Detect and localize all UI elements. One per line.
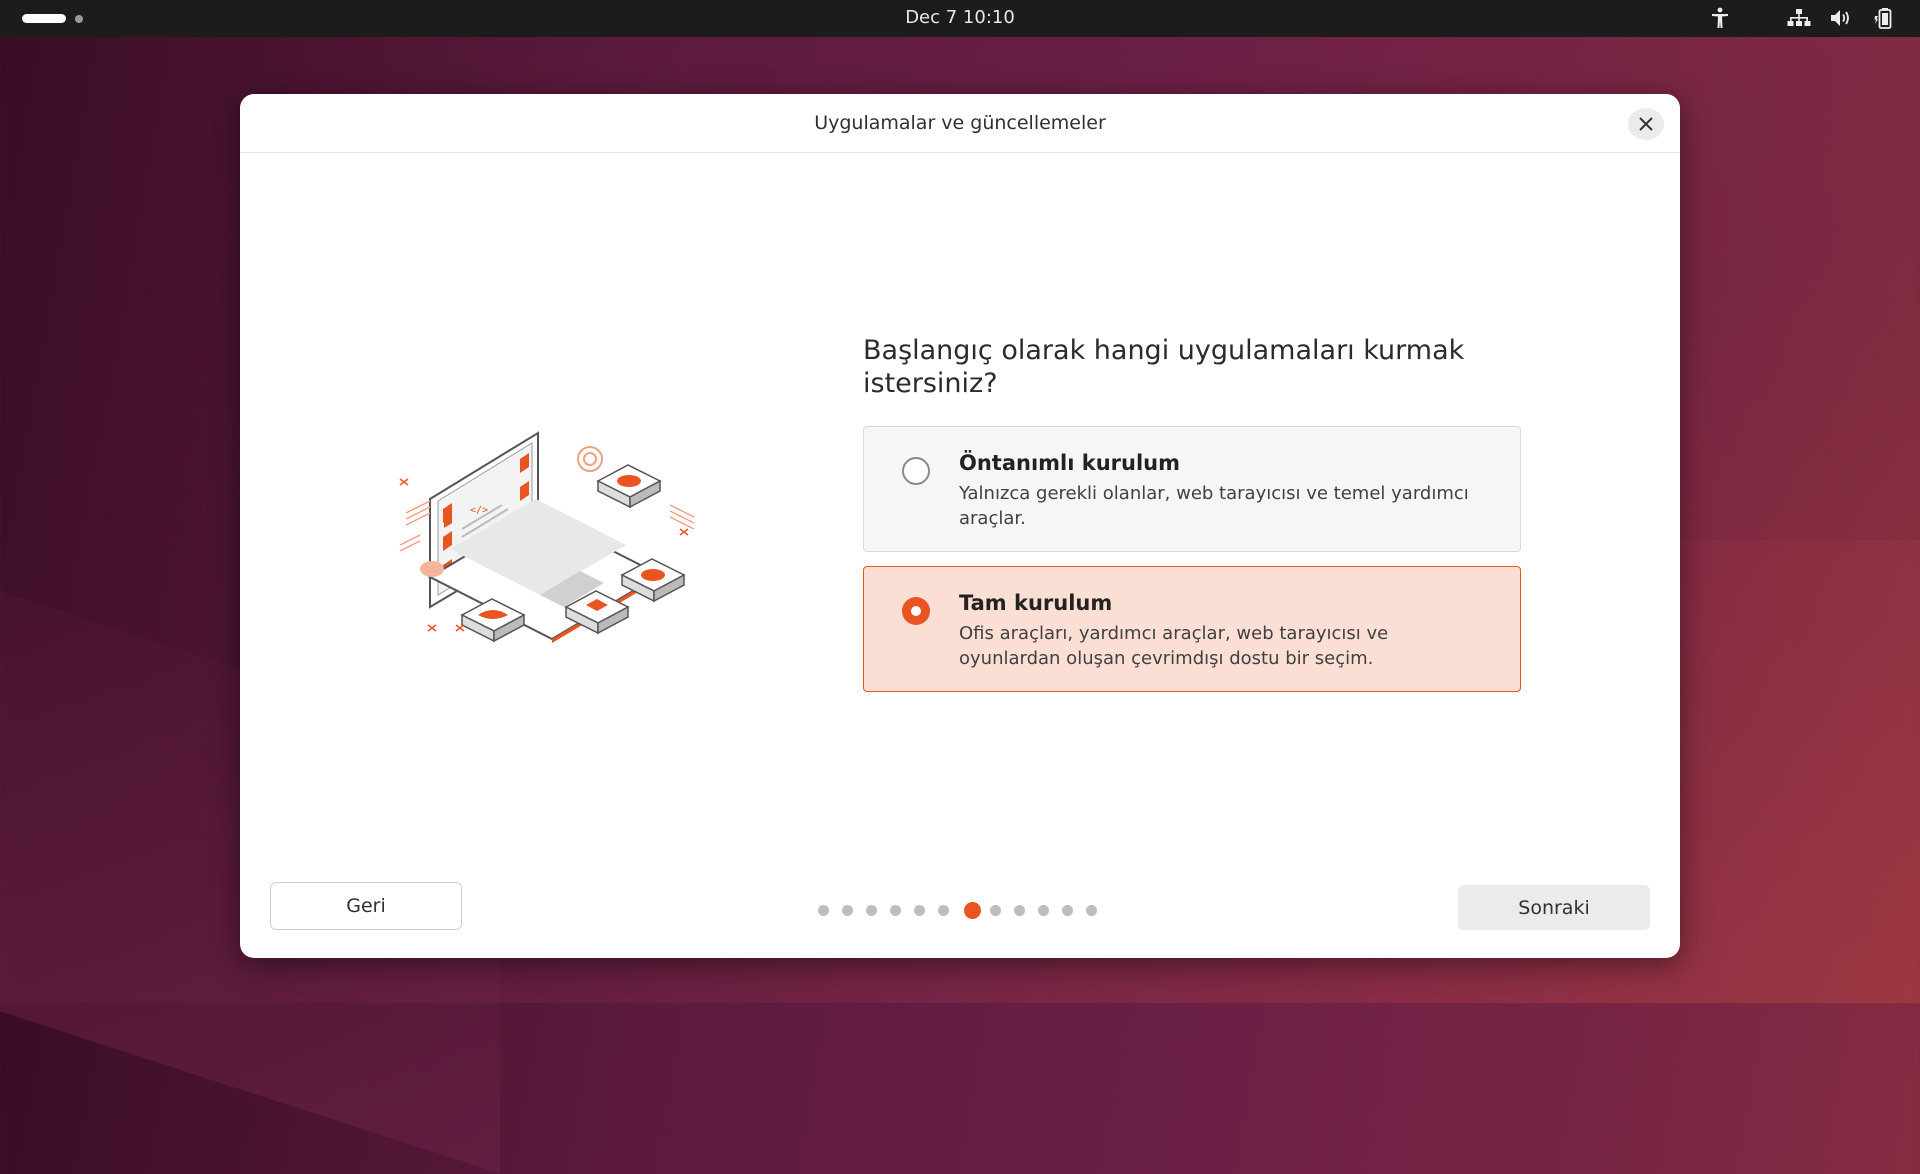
svg-text:</>: </> (470, 505, 488, 516)
next-button[interactable]: Sonraki (1458, 885, 1650, 930)
close-icon (1639, 117, 1653, 131)
top-bar: Dec 7 10:10 (0, 0, 1920, 37)
progress-dot (1014, 905, 1025, 916)
installer-dialog: Uygulamalar ve güncellemeler </> Başlang… (240, 94, 1680, 958)
volume-icon[interactable] (1828, 6, 1854, 30)
progress-dot (1086, 905, 1097, 916)
option-description: Yalnızca gerekli olanlar, web tarayıcısı… (959, 483, 1469, 529)
battery-icon[interactable] (1872, 6, 1898, 30)
clock[interactable]: Dec 7 10:10 (0, 7, 1920, 28)
progress-dot (890, 905, 901, 916)
option-full-install[interactable]: Tam kurulum Ofis araçları, yardımcı araç… (863, 566, 1521, 692)
progress-dot (842, 905, 853, 916)
dialog-header: Uygulamalar ve güncellemeler (240, 94, 1680, 153)
network-icon[interactable] (1786, 6, 1812, 30)
accessibility-icon[interactable] (1708, 6, 1732, 30)
radio-full-install[interactable] (902, 597, 930, 625)
laptop-apps-illustration: </> (399, 431, 695, 643)
progress-dot (866, 905, 877, 916)
progress-dot-active (964, 902, 981, 919)
dialog-title: Uygulamalar ve güncellemeler (814, 112, 1106, 134)
radio-default-install[interactable] (902, 457, 930, 485)
progress-dot (1062, 905, 1073, 916)
option-title: Öntanımlı kurulum (959, 451, 1181, 475)
progress-dot (818, 905, 829, 916)
question-heading: Başlangıç olarak hangi uygulamaları kurm… (863, 335, 1465, 399)
close-button[interactable] (1628, 108, 1664, 140)
option-description: Ofis araçları, yardımcı araçlar, web tar… (959, 623, 1389, 669)
progress-dot (990, 905, 1001, 916)
option-default-install[interactable]: Öntanımlı kurulum Yalnızca gerekli olanl… (863, 426, 1521, 552)
progress-dot (938, 905, 949, 916)
option-title: Tam kurulum (959, 591, 1113, 615)
progress-dot (1038, 905, 1049, 916)
progress-dot (914, 905, 925, 916)
